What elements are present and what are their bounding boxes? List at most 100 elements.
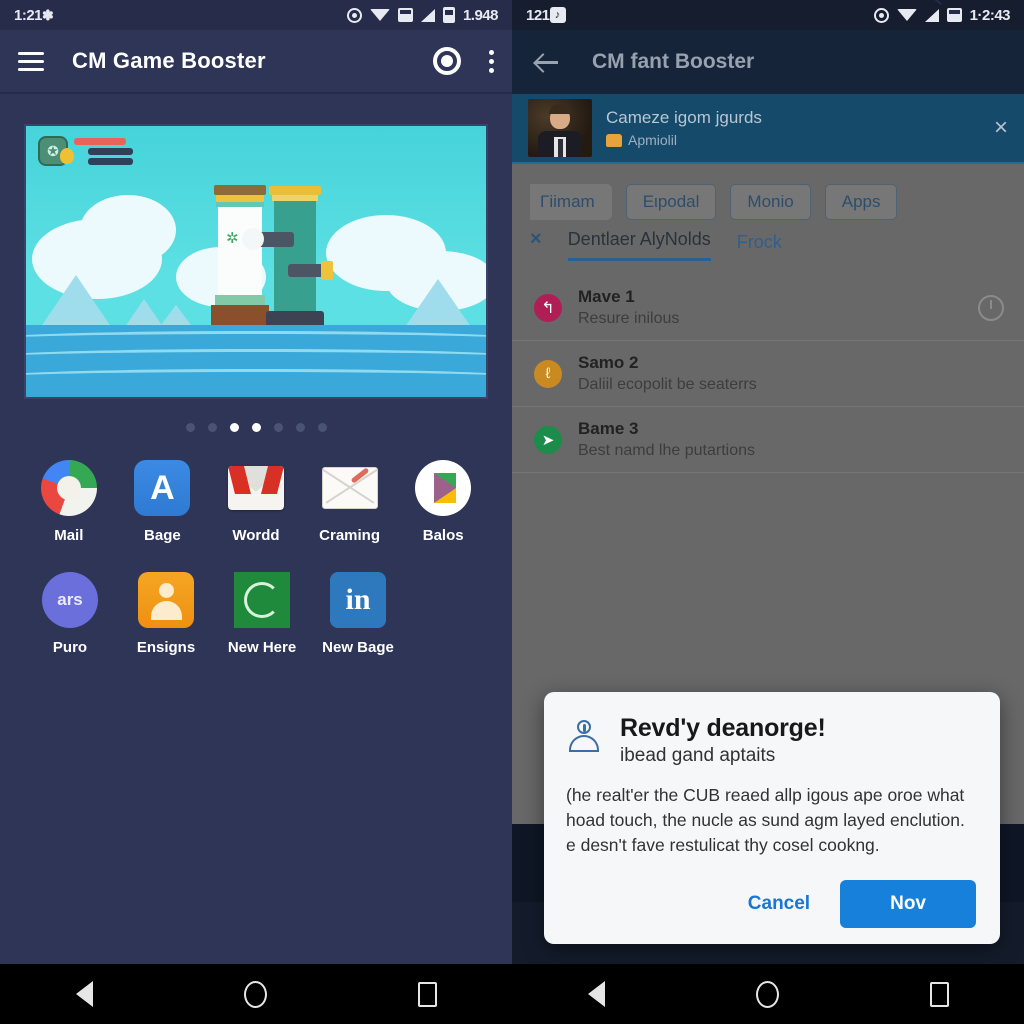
hamburger-menu-icon[interactable] xyxy=(18,51,44,71)
dialog-title: Revd'y deanorge! xyxy=(620,714,826,743)
promo-subtitle: Apmiolil xyxy=(628,132,678,148)
sdcard-icon xyxy=(397,8,413,22)
app-label: Balos xyxy=(422,527,464,544)
confirm-button[interactable]: Nov xyxy=(840,880,976,928)
sea-shape xyxy=(26,325,486,397)
left-app-toolbar: CM Game Booster xyxy=(0,30,512,94)
dual-screenshot-container: 1:21 ✽ 1.948 CM Game Booster ✲ ✪ Mail A … xyxy=(0,0,1024,1024)
list-item-text: Bame 3 Best namd lhe putartions xyxy=(578,419,755,460)
list-item[interactable]: ↰ Mave 1 Resure inilous xyxy=(512,275,1024,341)
app-label: Puro xyxy=(52,639,88,656)
app-label: Wordd xyxy=(232,527,280,544)
app-item-ensigns[interactable]: Ensigns xyxy=(118,572,214,656)
play-store-icon xyxy=(415,460,472,516)
dialog-body-text: (he realt'er the CUB reaed allp igous ap… xyxy=(566,785,965,856)
dialog-titles: Revd'y deanorge! ibead gand aptaits xyxy=(620,714,826,767)
list-item-title: Mave 1 xyxy=(578,287,635,306)
home-circle-icon[interactable] xyxy=(755,980,779,1008)
history-clock-icon[interactable] xyxy=(978,294,1004,321)
app-item-mail[interactable]: Mail xyxy=(22,460,116,544)
pager-dot[interactable] xyxy=(207,423,217,432)
tab-frock[interactable]: Frock xyxy=(737,232,782,261)
recents-square-icon[interactable] xyxy=(929,981,949,1007)
pager-dot[interactable] xyxy=(295,423,305,432)
back-arrow-icon[interactable] xyxy=(534,49,560,75)
pager-dot-active[interactable] xyxy=(229,423,239,432)
chip-epodal[interactable]: Eιpodal xyxy=(625,184,717,220)
green-check-icon: ➤ xyxy=(534,425,562,454)
toolbar-actions xyxy=(433,47,494,75)
recents-square-icon[interactable] xyxy=(417,981,437,1007)
cannon-upper xyxy=(242,228,294,250)
pager-dot[interactable] xyxy=(185,423,195,432)
home-circle-icon[interactable] xyxy=(243,980,267,1008)
app-grid: Mail A Bage Wordd Craming Balos ars Puro… xyxy=(0,432,512,656)
list-item[interactable]: ➤ Bame 3 Best namd lhe putartions xyxy=(512,407,1024,473)
right-phone-screen: 121 ♪ 1·2:43 CM fant Booster Cameze igom… xyxy=(512,0,1024,1024)
overflow-menu-icon[interactable] xyxy=(489,49,494,73)
signal-icon xyxy=(420,8,435,22)
boost-target-icon[interactable] xyxy=(433,47,461,75)
app-item-craming[interactable]: Craming xyxy=(303,460,397,544)
carousel-pager[interactable] xyxy=(0,423,512,432)
app-item-balos[interactable]: Balos xyxy=(396,460,490,544)
cancel-button[interactable]: Cancel xyxy=(734,883,824,925)
pager-dot[interactable] xyxy=(273,423,283,432)
app-label: Craming xyxy=(319,527,380,544)
account-person-icon xyxy=(566,718,602,754)
list-item-subtitle: Resure inilous xyxy=(578,310,680,327)
close-icon[interactable]: × xyxy=(994,116,1008,140)
tab-dentlaer-alynolds[interactable]: Dentlaer AlyNolds xyxy=(567,229,711,261)
list-item-title: Samo 2 xyxy=(578,353,639,372)
app-label: Mail xyxy=(54,527,84,544)
list-item-text: Samo 2 Daliil ecopolit be seaterrs xyxy=(578,353,757,394)
close-tab-icon[interactable]: × xyxy=(530,228,542,261)
status-icons-group: 1·2:43 xyxy=(873,7,1011,24)
record-icon xyxy=(873,7,889,23)
game-hud: ✪ xyxy=(38,136,133,166)
content-list: ↰ Mave 1 Resure inilous ℓ Samo 2 Daliil … xyxy=(512,275,1024,473)
list-item-title: Bame 3 xyxy=(578,419,639,438)
app-label: Bage xyxy=(144,527,181,544)
dialog-subtitle: ibead gand aptaits xyxy=(620,745,776,767)
chip-monio[interactable]: Monio xyxy=(730,184,811,220)
blue-a-app-icon: A xyxy=(134,460,191,516)
status-clock: 1.948 xyxy=(462,6,499,24)
app-item-puro[interactable]: ars Puro xyxy=(22,572,118,656)
battery-icon xyxy=(442,7,455,23)
status-icons-group: 1.948 xyxy=(346,6,499,24)
back-triangle-icon[interactable] xyxy=(587,981,605,1007)
app-item-new-bage[interactable]: in New Bage xyxy=(310,572,406,656)
left-phone-screen: 1:21 ✽ 1.948 CM Game Booster ✲ ✪ Mail A … xyxy=(0,0,512,1024)
app-row-2: ars Puro Ensigns New Here in New Bage xyxy=(22,572,490,656)
list-item-text: Mave 1 Resure inilous xyxy=(578,287,679,328)
banner-wrapper: ✪ xyxy=(0,94,512,399)
wifi-icon xyxy=(369,9,390,21)
app-item-new-here[interactable]: New Here xyxy=(214,572,310,656)
pink-swirl-icon: ↰ xyxy=(534,293,562,322)
chip-tiimam[interactable]: Γiimam xyxy=(530,184,612,220)
back-triangle-icon[interactable] xyxy=(75,981,93,1007)
promo-badge-icon xyxy=(606,133,622,147)
pager-dot-active[interactable] xyxy=(251,423,261,432)
left-status-bar: 1:21 ✽ 1.948 xyxy=(0,0,512,30)
app-item-wordd[interactable]: Wordd xyxy=(209,460,303,544)
right-status-bar: 121 ♪ 1·2:43 xyxy=(512,0,1024,30)
page-title: CM fant Booster xyxy=(592,50,755,73)
list-item[interactable]: ℓ Samo 2 Daliil ecopolit be seaterrs xyxy=(512,341,1024,407)
left-navigation-bar xyxy=(0,964,512,1024)
sdcard-icon xyxy=(946,8,962,22)
app-item-bage[interactable]: A Bage xyxy=(116,460,210,544)
promo-banner[interactable]: Cameze igom jgurds Apmiolil × xyxy=(512,94,1024,164)
person-photo xyxy=(528,99,592,157)
record-icon xyxy=(346,7,362,23)
chip-apps[interactable]: Apps xyxy=(824,184,898,220)
pager-dot[interactable] xyxy=(317,423,327,432)
dialog-actions: Cancel Nov xyxy=(566,880,976,928)
game-promo-banner[interactable]: ✪ xyxy=(24,124,488,399)
google-circle-icon xyxy=(40,460,97,516)
list-item-subtitle: Best namd lhe putartions xyxy=(578,442,755,459)
promo-text: Cameze igom jgurds Apmiolil xyxy=(606,108,762,148)
hud-bars xyxy=(74,136,133,165)
contacts-person-icon xyxy=(138,572,194,628)
